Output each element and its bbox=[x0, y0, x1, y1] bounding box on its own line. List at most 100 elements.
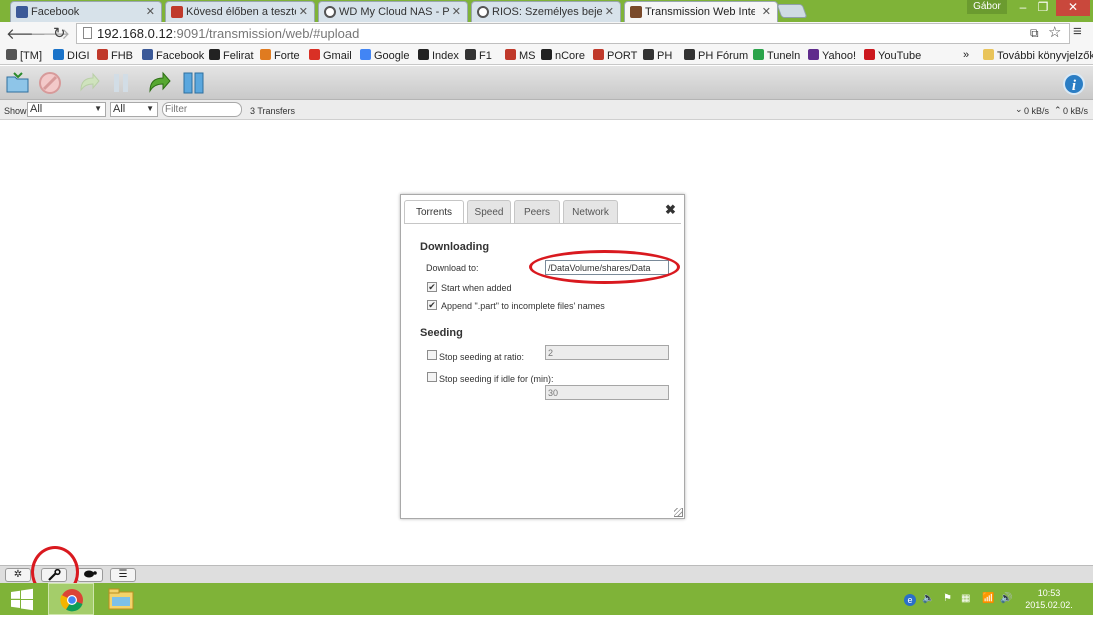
tab-torrents[interactable]: Torrents bbox=[404, 200, 464, 224]
state-filter-value: All bbox=[30, 103, 43, 115]
taskbar-chrome[interactable] bbox=[48, 583, 94, 615]
felirat-icon bbox=[209, 49, 220, 60]
bookmark-forte[interactable]: Forte bbox=[260, 49, 300, 62]
bookmark-digi[interactable]: DIGI bbox=[53, 49, 90, 62]
tray-speaker-icon[interactable]: 🔈 bbox=[922, 593, 934, 604]
browser-toolbar: 🡐 🡒 ↻ 192.168.0.12:9091/transmission/web… bbox=[0, 22, 1093, 45]
open-torrent-folder-icon[interactable] bbox=[5, 70, 31, 96]
forum-favicon-icon bbox=[324, 6, 336, 18]
bookmark-tm[interactable]: [TM] bbox=[6, 49, 42, 62]
tab-close-icon[interactable]: ✕ bbox=[299, 5, 308, 18]
bookmark-ms[interactable]: MS bbox=[505, 49, 536, 62]
bookmark-ph-f-rum[interactable]: PH Fórum bbox=[684, 49, 748, 62]
append-part-checkbox[interactable]: ✔ bbox=[427, 300, 437, 310]
bookmark-label: MS bbox=[519, 50, 536, 62]
pause-all-icon[interactable] bbox=[181, 70, 207, 96]
fhb-icon bbox=[97, 49, 108, 60]
remove-torrent-icon[interactable] bbox=[37, 70, 63, 96]
bookmark-index[interactable]: Index bbox=[418, 49, 459, 62]
maximize-window-button[interactable]: ❐ bbox=[1032, 0, 1054, 16]
tab-peers[interactable]: Peers bbox=[514, 200, 560, 224]
tab-close-icon[interactable]: ✕ bbox=[762, 5, 771, 18]
turtle-icon[interactable] bbox=[77, 568, 103, 582]
bookmark-google[interactable]: Google bbox=[360, 49, 409, 62]
browser-tab[interactable]: Kövesd élőben a tesztet! - ✕ bbox=[165, 1, 315, 22]
minimize-window-button[interactable]: – bbox=[1012, 0, 1034, 16]
close-window-button[interactable]: ✕ bbox=[1056, 0, 1090, 16]
browser-tab[interactable]: WD My Cloud NAS - PRO ✕ bbox=[318, 1, 468, 22]
tab-close-icon[interactable]: ✕ bbox=[146, 5, 155, 18]
tray-app-icon[interactable]: e bbox=[904, 594, 916, 606]
tab-close-icon[interactable]: ✕ bbox=[452, 5, 461, 18]
bookmark-felirat[interactable]: Felirat bbox=[209, 49, 254, 62]
show-label: Show bbox=[4, 106, 27, 116]
tab-speed[interactable]: Speed bbox=[467, 200, 511, 224]
reload-icon[interactable]: ↻ bbox=[53, 24, 66, 42]
user-profile-badge[interactable]: Gábor bbox=[967, 0, 1007, 14]
bookmarks-overflow-button[interactable]: » bbox=[963, 49, 969, 61]
tray-network-icon[interactable]: ▦ bbox=[961, 593, 970, 604]
bookmark-f1[interactable]: F1 bbox=[465, 49, 492, 62]
close-dialog-icon[interactable]: ✖ bbox=[665, 202, 676, 218]
stop-ratio-input[interactable]: 2 bbox=[545, 345, 669, 360]
other-bookmarks-folder[interactable]: További könyvjelzők bbox=[983, 49, 1093, 62]
stop-ratio-checkbox[interactable] bbox=[427, 350, 437, 360]
address-bar[interactable]: 192.168.0.12:9091/transmission/web/#uplo… bbox=[76, 23, 1070, 44]
download-path-highlight-circle bbox=[529, 250, 680, 284]
filter-search-input[interactable] bbox=[162, 102, 242, 117]
transfers-count: 3 Transfers bbox=[250, 106, 296, 116]
tray-volume-icon[interactable]: 🔊 bbox=[1000, 593, 1012, 604]
bookmarks-bar: [TM] DIGI FHB Facebook Felirat Forte Gmail Goog… bbox=[0, 45, 1093, 65]
file-explorer-icon[interactable] bbox=[98, 583, 144, 615]
info-icon[interactable]: i bbox=[1063, 73, 1085, 95]
bookmark-tuneln[interactable]: Tuneln bbox=[753, 49, 800, 62]
url-path: :9091/transmission/web/#upload bbox=[172, 26, 360, 41]
pause-torrent-icon[interactable] bbox=[108, 70, 134, 96]
stop-idle-input[interactable]: 30 bbox=[545, 385, 669, 400]
tracker-filter-value: All bbox=[113, 103, 126, 115]
bookmark-port[interactable]: PORT bbox=[593, 49, 637, 62]
bookmark-label: Tuneln bbox=[767, 50, 801, 62]
settings-gear-icon[interactable]: ✲ bbox=[5, 568, 31, 582]
page-action-icon[interactable]: ⧉ bbox=[1030, 26, 1039, 41]
bookmark-facebook[interactable]: Facebook bbox=[142, 49, 204, 62]
bookmark-youtube[interactable]: YouTube bbox=[864, 49, 921, 62]
forte-icon bbox=[260, 49, 271, 60]
upload-speed: 0 kB/s bbox=[1063, 106, 1089, 116]
bookmark-label: Google bbox=[374, 50, 410, 62]
taskbar-clock[interactable]: 10:53 2015.02.02. bbox=[1021, 587, 1077, 611]
browser-tab[interactable]: Facebook ✕ bbox=[10, 1, 162, 22]
bookmark-gmail[interactable]: Gmail bbox=[309, 49, 352, 62]
bookmark-star-icon[interactable]: ☆ bbox=[1048, 23, 1061, 41]
browser-tab-active[interactable]: Transmission Web Interfa ✕ bbox=[624, 1, 778, 22]
windows-start-icon[interactable] bbox=[0, 583, 44, 615]
bookmark-ph[interactable]: PH bbox=[643, 49, 672, 62]
compact-view-icon[interactable]: ☰ bbox=[110, 568, 136, 582]
state-filter-select[interactable]: All ▼ bbox=[27, 102, 106, 117]
filter-bar: Show All ▼ All ▼ 3 Transfers ⌄ 0 kB/s ⌃ … bbox=[0, 100, 1093, 120]
tab-network[interactable]: Network bbox=[563, 200, 618, 224]
chrome-menu-icon[interactable]: ≡ bbox=[1073, 23, 1082, 40]
new-tab-button[interactable] bbox=[776, 4, 808, 18]
other-bookmarks-label: További könyvjelzők bbox=[997, 50, 1093, 62]
chrome-icon bbox=[60, 589, 83, 612]
bookmark-yahoo[interactable]: Yahoo! bbox=[808, 49, 856, 62]
tunein-icon bbox=[753, 49, 764, 60]
tab-close-icon[interactable]: ✕ bbox=[605, 5, 614, 18]
tracker-filter-select[interactable]: All ▼ bbox=[110, 102, 158, 117]
stop-idle-checkbox[interactable] bbox=[427, 372, 437, 382]
bookmark-label: PH Fórum bbox=[698, 50, 749, 62]
bookmark-label: Gmail bbox=[323, 50, 352, 62]
start-when-added-checkbox[interactable]: ✔ bbox=[427, 282, 437, 292]
bookmark-fhb[interactable]: FHB bbox=[97, 49, 133, 62]
resume-torrent-icon[interactable] bbox=[76, 70, 102, 96]
browser-tab[interactable]: RIOS: Személyes bejegyzé ✕ bbox=[471, 1, 621, 22]
tray-signal-icon[interactable]: 📶 bbox=[982, 593, 994, 604]
bookmark-ncore[interactable]: nCore bbox=[541, 49, 585, 62]
resize-grip-icon[interactable] bbox=[674, 508, 683, 517]
stop-idle-label: Stop seeding if idle for (min): bbox=[439, 374, 554, 384]
ms-icon bbox=[505, 49, 516, 60]
facebook-icon bbox=[142, 49, 153, 60]
resume-all-icon[interactable] bbox=[147, 70, 173, 96]
tray-flag-icon[interactable]: ⚑ bbox=[943, 593, 952, 604]
